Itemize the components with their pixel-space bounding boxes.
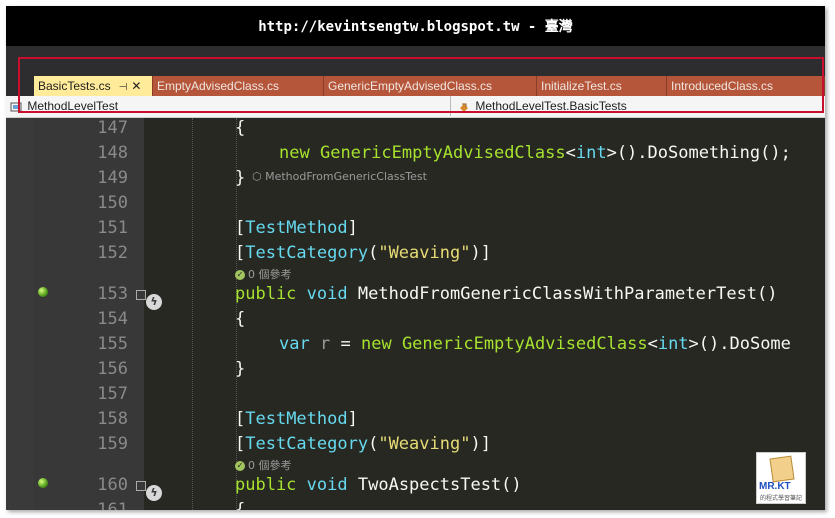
line-number: 160 — [97, 475, 128, 495]
line-number: 150 — [97, 193, 128, 213]
line-number: 159 — [97, 434, 128, 454]
logo-subtitle: 的程式學習筆記 — [760, 496, 803, 502]
lightning-icon[interactable]: ϟ — [146, 485, 162, 501]
fold-toggle[interactable] — [136, 481, 146, 491]
code-line-156: } — [235, 359, 246, 379]
test-passed-icon[interactable] — [38, 478, 48, 488]
line-number: 155 — [97, 334, 128, 354]
code-line-159: [TestCategory("Weaving")] — [235, 434, 491, 454]
indent-guide — [192, 118, 193, 510]
code-line-158: [TestMethod] — [235, 409, 358, 429]
code-line-154: { — [235, 309, 246, 329]
check-icon: ✓ — [235, 270, 245, 280]
quickinfo-tooltip: ⬡ MethodFromGenericClassTest — [252, 170, 427, 183]
tooltip-text: MethodFromGenericClassTest — [265, 170, 427, 183]
reference-count: 0 個參考 — [248, 459, 292, 472]
lightning-icon[interactable]: ϟ — [146, 294, 162, 310]
code-line-160: public void TwoAspectsTest() — [235, 475, 522, 495]
code-line-152: [TestCategory("Weaving")] — [235, 243, 491, 263]
blog-url-text: http://kevintsengtw.blogspot.tw - 臺灣 — [258, 19, 573, 35]
code-line-148: new GenericEmptyAdvisedClass<int>().DoSo… — [279, 143, 791, 163]
code-line-161: { — [235, 500, 246, 510]
line-number: 156 — [97, 359, 128, 379]
line-number: 148 — [97, 143, 128, 163]
notebook-icon — [769, 455, 795, 483]
tab-highlight-annotation — [18, 57, 824, 113]
line-number: 153 — [97, 284, 128, 304]
test-passed-icon[interactable] — [38, 287, 48, 297]
code-line-147: { — [235, 118, 246, 138]
check-icon: ✓ — [235, 461, 245, 471]
codelens-references[interactable]: ✓ 0 個參考 — [235, 266, 292, 282]
reference-count: 0 個參考 — [248, 268, 292, 281]
line-number: 147 — [97, 118, 128, 138]
line-number: 149 — [97, 168, 128, 188]
code-line-151: [TestMethod] — [235, 218, 358, 238]
line-number: 151 — [97, 218, 128, 238]
mrkt-logo: MR.KT 的程式學習筆記 — [756, 452, 806, 504]
codelens-references[interactable]: ✓ 0 個參考 — [235, 457, 292, 473]
blog-url-banner: http://kevintsengtw.blogspot.tw - 臺灣 — [6, 6, 825, 46]
code-editor[interactable]: 147 148 149 150 151 152 153 154 155 156 … — [6, 118, 825, 510]
editor-left-margin — [6, 118, 34, 510]
line-number: 152 — [97, 243, 128, 263]
code-line-153: public void MethodFromGenericClassWithPa… — [235, 284, 778, 304]
logo-word: MR.KT — [759, 481, 791, 492]
method-icon: ⬡ — [252, 170, 262, 183]
line-number: 161 — [97, 500, 128, 510]
code-line-155: var r = new GenericEmptyAdvisedClass<int… — [279, 334, 791, 354]
line-number: 157 — [97, 384, 128, 404]
fold-toggle[interactable] — [136, 290, 146, 300]
line-number: 158 — [97, 409, 128, 429]
code-line-149: } — [235, 168, 246, 188]
line-number: 154 — [97, 309, 128, 329]
screenshot-frame: http://kevintsengtw.blogspot.tw - 臺灣 Bas… — [6, 6, 825, 510]
